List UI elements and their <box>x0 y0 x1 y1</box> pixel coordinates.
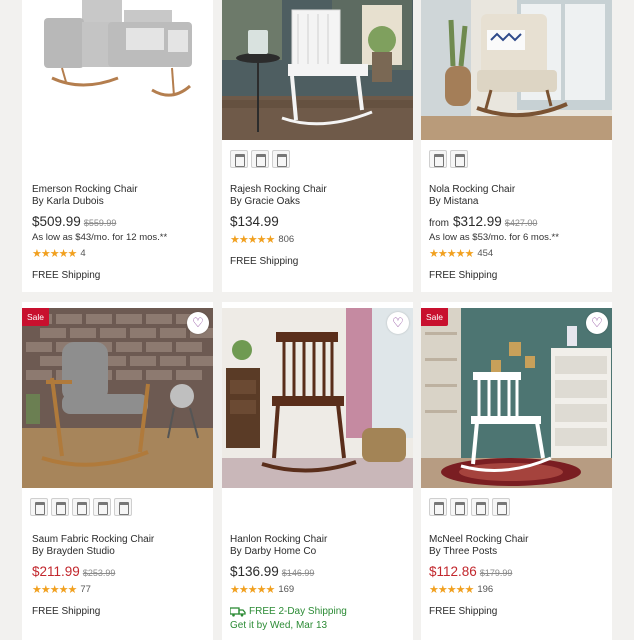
sale-badge: Sale <box>421 308 449 326</box>
star-icon: ★★★★★ <box>230 584 275 596</box>
truck-icon <box>230 606 246 617</box>
heart-icon[interactable]: ♡ <box>387 312 409 334</box>
color-swatch[interactable] <box>492 498 510 516</box>
color-swatch[interactable] <box>450 498 468 516</box>
original-price: $427.00 <box>504 218 538 228</box>
product-image[interactable] <box>421 0 612 140</box>
review-count: 454 <box>477 248 494 259</box>
review-count: 4 <box>80 248 86 259</box>
heart-icon[interactable]: ♡ <box>586 312 608 334</box>
product-card[interactable]: Nola Rocking Chair By Mistana from $312.… <box>421 0 612 292</box>
color-swatch[interactable] <box>230 150 248 168</box>
product-image[interactable]: ♡ <box>222 308 413 488</box>
product-brand[interactable]: By Karla Dubois <box>32 196 213 208</box>
color-swatch[interactable] <box>72 498 90 516</box>
fast-shipping: FREE 2-Day Shipping <box>230 606 413 617</box>
color-swatch[interactable] <box>51 498 69 516</box>
product-brand[interactable]: By Brayden Studio <box>32 546 213 558</box>
product-brand[interactable]: By Three Posts <box>429 546 612 558</box>
color-swatch[interactable] <box>429 498 447 516</box>
product-name[interactable]: McNeel Rocking Chair <box>429 534 612 546</box>
product-image[interactable]: Sale ♡ <box>421 308 612 488</box>
heart-icon[interactable]: ♡ <box>187 312 209 334</box>
sale-badge: Sale <box>22 308 50 326</box>
product-brand[interactable]: By Gracie Oaks <box>230 196 413 208</box>
color-swatches[interactable] <box>429 150 468 168</box>
product-card[interactable]: ♡ Hanlon Rocking Chair By Darby Home Co … <box>222 302 413 640</box>
original-price: $253.99 <box>82 568 116 578</box>
financing-text: As low as $43/mo. for 12 mos.** <box>32 232 168 243</box>
product-card[interactable]: Sale ♡ Saum Fabric Rocking Chair By Bray… <box>22 302 213 640</box>
product-name[interactable]: Emerson Rocking Chair <box>32 184 213 196</box>
star-icon: ★★★★★ <box>429 248 474 260</box>
shipping-text: FREE 2-Day Shipping <box>249 606 347 617</box>
color-swatch[interactable] <box>450 150 468 168</box>
star-icon: ★★★★★ <box>429 584 474 596</box>
product-price: $312.99 <box>453 214 502 229</box>
color-swatch[interactable] <box>251 150 269 168</box>
product-card[interactable]: Rajesh Rocking Chair By Gracie Oaks $134… <box>222 0 413 292</box>
product-brand[interactable]: By Mistana <box>429 196 612 208</box>
price-prefix: from <box>429 218 449 229</box>
shipping-text: FREE Shipping <box>32 606 101 617</box>
color-swatch[interactable] <box>272 150 290 168</box>
review-count: 77 <box>80 584 91 595</box>
product-image[interactable] <box>22 0 213 140</box>
star-icon: ★★★★★ <box>230 234 275 246</box>
color-swatch[interactable] <box>471 498 489 516</box>
color-swatches[interactable] <box>429 498 510 516</box>
financing-text: As low as $53/mo. for 6 mos.** <box>429 232 559 243</box>
star-icon: ★★★★★ <box>32 584 77 596</box>
rating[interactable]: ★★★★★ 806 <box>230 233 413 246</box>
product-name[interactable]: Hanlon Rocking Chair <box>230 534 413 546</box>
rating[interactable]: ★★★★★ 4 <box>32 247 213 260</box>
color-swatch[interactable] <box>429 150 447 168</box>
product-name[interactable]: Nola Rocking Chair <box>429 184 612 196</box>
shipping-text: FREE Shipping <box>429 606 498 617</box>
rating[interactable]: ★★★★★ 77 <box>32 583 213 596</box>
product-price: $136.99 <box>230 564 279 579</box>
color-swatch[interactable] <box>93 498 111 516</box>
product-card[interactable]: Sale ♡ McNeel Rocking Chair By Three Pos… <box>421 302 612 640</box>
product-price: $211.99 <box>32 564 80 579</box>
color-swatches[interactable] <box>30 498 132 516</box>
star-icon: ★★★★★ <box>32 248 77 260</box>
rating[interactable]: ★★★★★ 454 <box>429 247 612 260</box>
color-swatches[interactable] <box>230 150 290 168</box>
color-swatch[interactable] <box>30 498 48 516</box>
review-count: 169 <box>278 584 295 595</box>
product-brand[interactable]: By Darby Home Co <box>230 546 413 558</box>
color-swatch[interactable] <box>114 498 132 516</box>
product-name[interactable]: Rajesh Rocking Chair <box>230 184 413 196</box>
original-price: $559.99 <box>83 218 117 228</box>
delivery-date: Get it by Wed, Mar 13 <box>230 620 328 631</box>
shipping-text: FREE Shipping <box>32 270 101 281</box>
product-image[interactable]: Sale ♡ <box>22 308 213 488</box>
rating[interactable]: ★★★★★ 169 <box>230 583 413 596</box>
product-card[interactable]: Emerson Rocking Chair By Karla Dubois $5… <box>22 0 213 292</box>
original-price: $179.99 <box>479 568 513 578</box>
product-price: $134.99 <box>230 214 279 229</box>
review-count: 806 <box>278 234 295 245</box>
shipping-text: FREE Shipping <box>230 256 299 267</box>
product-price: $112.86 <box>429 564 477 579</box>
product-price: $509.99 <box>32 214 81 229</box>
product-image[interactable] <box>222 0 413 140</box>
product-name[interactable]: Saum Fabric Rocking Chair <box>32 534 213 546</box>
shipping-text: FREE Shipping <box>429 270 498 281</box>
original-price: $146.99 <box>281 568 315 578</box>
review-count: 196 <box>477 584 494 595</box>
rating[interactable]: ★★★★★ 196 <box>429 583 612 596</box>
